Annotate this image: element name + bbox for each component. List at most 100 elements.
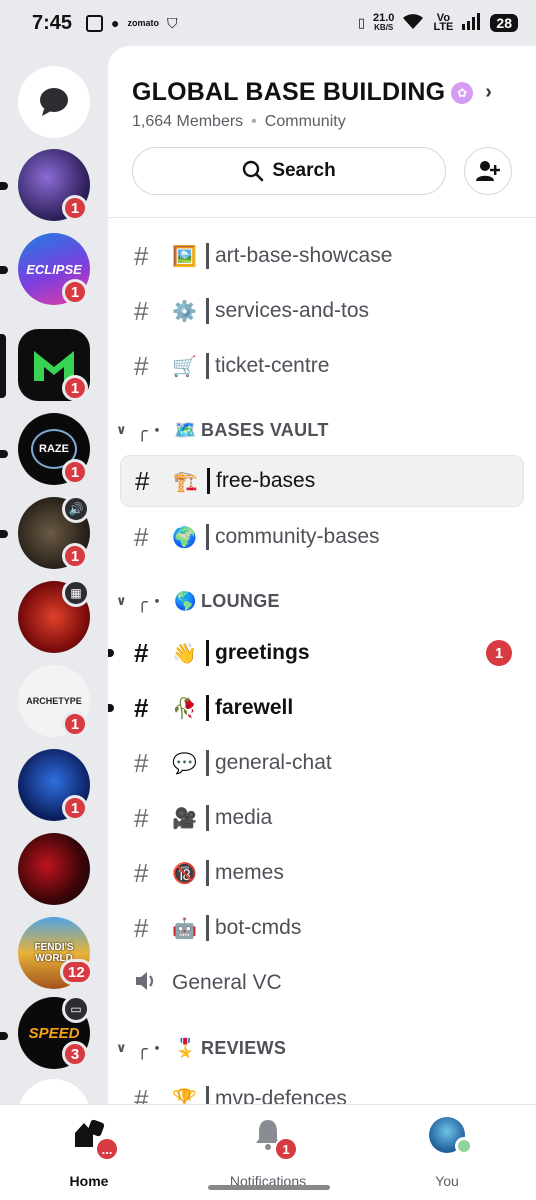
channel-name: art-base-showcase	[215, 244, 393, 267]
mention-badge: 1	[62, 195, 88, 221]
bottom-navigation: ... Home 1 Notifications You	[0, 1104, 536, 1200]
mention-badge: 1	[62, 279, 88, 305]
category-bases-vault[interactable]: ∨ ╭・ 🗺️ BASES VAULT	[116, 415, 329, 445]
selected-indicator	[0, 334, 6, 398]
channel-ticket-centre[interactable]: # 🛒 ticket-centre	[120, 340, 524, 392]
separator	[206, 805, 209, 831]
nav-notifications[interactable]: 1 Notifications	[208, 1117, 328, 1189]
channel-emoji: 🖼️	[172, 245, 197, 268]
channel-emoji: ⚙️	[172, 300, 197, 323]
hash-icon: #	[135, 465, 150, 496]
channel-mvp-defences[interactable]: # 🏆 mvp-defences	[120, 1073, 524, 1104]
hash-icon: #	[134, 240, 149, 271]
guild-title-row[interactable]: GLOBAL BASE BUILDING ✿ ›	[132, 78, 512, 107]
channel-general-chat[interactable]: # 💬 general-chat	[120, 737, 524, 789]
mention-badge: 1	[62, 795, 88, 821]
channel-emoji: 🔞	[172, 862, 197, 885]
hash-icon: #	[134, 637, 149, 668]
net-speed: 21.0 KB/S	[373, 12, 395, 33]
channel-emoji: 👋	[172, 642, 197, 665]
category-lounge[interactable]: ∨ ╭・ 🌎 LOUNGE	[116, 586, 280, 616]
channel-name: General VC	[172, 971, 282, 994]
event-badge: ▦	[62, 579, 90, 607]
unread-indicator	[0, 266, 8, 274]
monitor-icon: ▭	[70, 1002, 82, 1016]
hash-icon: #	[134, 802, 149, 833]
nav-home-label: Home	[69, 1173, 109, 1189]
category-reviews[interactable]: ∨ ╭・ 🎖️ REVIEWS	[116, 1033, 286, 1063]
category-emoji: 🌎	[174, 590, 198, 611]
channel-name: ticket-centre	[215, 354, 330, 377]
mention-badge: 3	[62, 1041, 88, 1067]
unread-indicator	[0, 450, 8, 458]
separator	[206, 1086, 209, 1104]
server-icon[interactable]	[18, 1079, 90, 1104]
voice-channel-general-vc[interactable]: General VC	[120, 957, 524, 1009]
calendar-icon: ▦	[70, 586, 82, 600]
unread-indicator	[0, 530, 8, 538]
channel-name: media	[215, 806, 273, 829]
chevron-down-icon: ∨	[116, 1040, 127, 1055]
channel-emoji: 🎥	[172, 807, 197, 830]
server-icon[interactable]	[18, 833, 90, 905]
chevron-down-icon: ∨	[116, 593, 127, 608]
mention-badge: 12	[60, 959, 93, 985]
nav-you[interactable]: You	[387, 1117, 507, 1189]
unread-indicator	[0, 182, 8, 190]
direct-messages-button[interactable]	[18, 66, 90, 138]
streaming-badge: ▭	[62, 995, 90, 1023]
server-logo-text: SPEED	[28, 1024, 80, 1042]
separator	[206, 298, 209, 324]
hash-icon: #	[134, 1083, 149, 1105]
clock: 7:45	[32, 11, 73, 34]
channel-services-and-tos[interactable]: # ⚙️ services-and-tos	[120, 285, 524, 337]
channel-name: community-bases	[215, 525, 380, 548]
channel-bot-cmds[interactable]: # 🤖 bot-cmds	[120, 902, 524, 954]
channel-emoji: 🌍	[172, 526, 197, 549]
add-user-icon	[476, 161, 500, 181]
channel-emoji: 🏆	[172, 1088, 197, 1105]
channel-name: free-bases	[216, 469, 316, 492]
category-deco: ╭・	[136, 592, 167, 612]
category-deco: ╭・	[136, 421, 167, 441]
zomato-icon: zomato	[127, 18, 160, 28]
voice-activity-badge: 🔊	[62, 495, 90, 523]
channel-name: mvp-defences	[215, 1087, 347, 1104]
category-label: REVIEWS	[201, 1037, 287, 1058]
nav-you-label: You	[435, 1173, 459, 1189]
channel-community-bases[interactable]: # 🌍 community-bases	[120, 511, 524, 563]
channel-emoji: 🛒	[172, 355, 197, 378]
search-button[interactable]: Search	[132, 147, 446, 195]
channel-media[interactable]: # 🎥 media	[120, 792, 524, 844]
channel-art-base-showcase[interactable]: # 🖼️ art-base-showcase	[120, 230, 524, 282]
reddit-icon: ●	[111, 15, 120, 31]
mention-badge: 1	[62, 711, 88, 737]
unread-dot	[108, 649, 114, 657]
channel-name: memes	[215, 861, 284, 884]
channel-name: bot-cmds	[215, 916, 302, 939]
search-label: Search	[272, 160, 336, 181]
separator	[206, 915, 209, 941]
guild-header[interactable]: GLOBAL BASE BUILDING ✿ › 1,664 Members • C…	[108, 46, 536, 195]
channel-emoji: 🤖	[172, 917, 197, 940]
separator	[206, 750, 209, 776]
hash-icon: #	[134, 912, 149, 943]
invite-members-button[interactable]	[464, 147, 512, 195]
mention-badge: 1	[62, 459, 88, 485]
boost-icon: ✿	[451, 81, 474, 104]
gesture-bar	[208, 1185, 330, 1190]
chat-bubble-icon	[40, 88, 68, 116]
nav-home[interactable]: ... Home	[29, 1117, 149, 1189]
server-logo-text: ARCHETYPE	[26, 696, 82, 706]
channel-greetings[interactable]: # 👋 greetings 1	[108, 627, 524, 679]
battery-indicator: 28	[490, 14, 518, 32]
instagram-icon	[86, 14, 104, 32]
channel-free-bases[interactable]: # 🏗️ free-bases	[120, 455, 524, 507]
channel-farewell[interactable]: # 🥀 farewell	[108, 682, 524, 734]
channel-memes[interactable]: # 🔞 memes	[120, 847, 524, 899]
separator	[206, 353, 209, 379]
channel-emoji: 🏗️	[173, 470, 198, 493]
category-emoji: 🗺️	[174, 419, 198, 440]
channel-panel: GLOBAL BASE BUILDING ✿ › 1,664 Members • C…	[108, 46, 536, 1104]
channel-name: services-and-tos	[215, 299, 370, 322]
